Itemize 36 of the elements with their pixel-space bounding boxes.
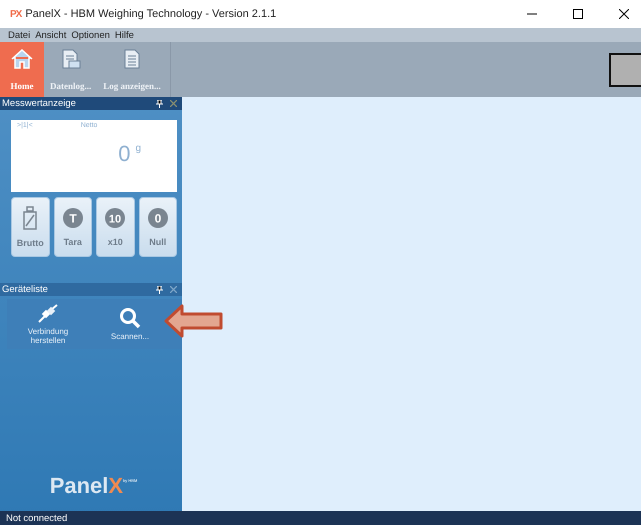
ribbon-button[interactable]: Log anzeigen... xyxy=(97,42,167,97)
menu-item[interactable]: Hilfe xyxy=(114,30,134,40)
pin-icon[interactable] xyxy=(156,100,163,108)
weight-icon xyxy=(23,206,38,230)
app-logo: PX xyxy=(10,8,22,20)
pin-icon[interactable] xyxy=(156,286,163,294)
circle-symbol-icon: 10 xyxy=(104,207,126,229)
scale-button[interactable]: T Tara xyxy=(54,197,92,257)
panel-title: Geräteliste xyxy=(2,284,49,295)
close-icon[interactable] xyxy=(619,9,629,19)
logo-mark: X xyxy=(108,473,124,499)
menu-item[interactable]: Datei xyxy=(8,30,30,40)
menu-item[interactable]: Ansicht xyxy=(35,30,66,40)
scale-button[interactable]: Brutto xyxy=(11,197,50,257)
pointer-arrow xyxy=(164,304,224,338)
ribbon-button[interactable]: Datenlog... xyxy=(44,42,98,97)
circle-symbol-icon: 0 xyxy=(146,207,169,229)
panel-frame xyxy=(609,52,641,86)
house-icon xyxy=(11,48,33,68)
panel-title: Messwertanzeige xyxy=(2,98,77,109)
logo-text: Panel xyxy=(50,473,108,499)
ribbon-button[interactable]: Home xyxy=(0,42,44,97)
unit-text: g xyxy=(135,143,141,154)
document-chart-icon xyxy=(60,48,82,68)
maximize-icon[interactable] xyxy=(573,9,583,19)
device-button[interactable]: Verbindung herstellen xyxy=(17,304,79,344)
status-text: Not connected xyxy=(6,512,68,524)
scale-button[interactable]: 0 Null xyxy=(138,197,177,257)
window-title: PanelX - HBM Weighing Technology - Version 2.1.1 xyxy=(25,8,278,20)
circle-symbol-icon: T xyxy=(62,207,84,229)
scale-button[interactable]: 10 x10 xyxy=(96,197,134,257)
device-button[interactable]: Scannen... xyxy=(99,307,161,341)
search-icon xyxy=(119,307,141,329)
plug-icon xyxy=(37,304,59,324)
weight-value: 0 xyxy=(118,141,130,167)
menu-item[interactable]: Optionen xyxy=(71,30,110,40)
